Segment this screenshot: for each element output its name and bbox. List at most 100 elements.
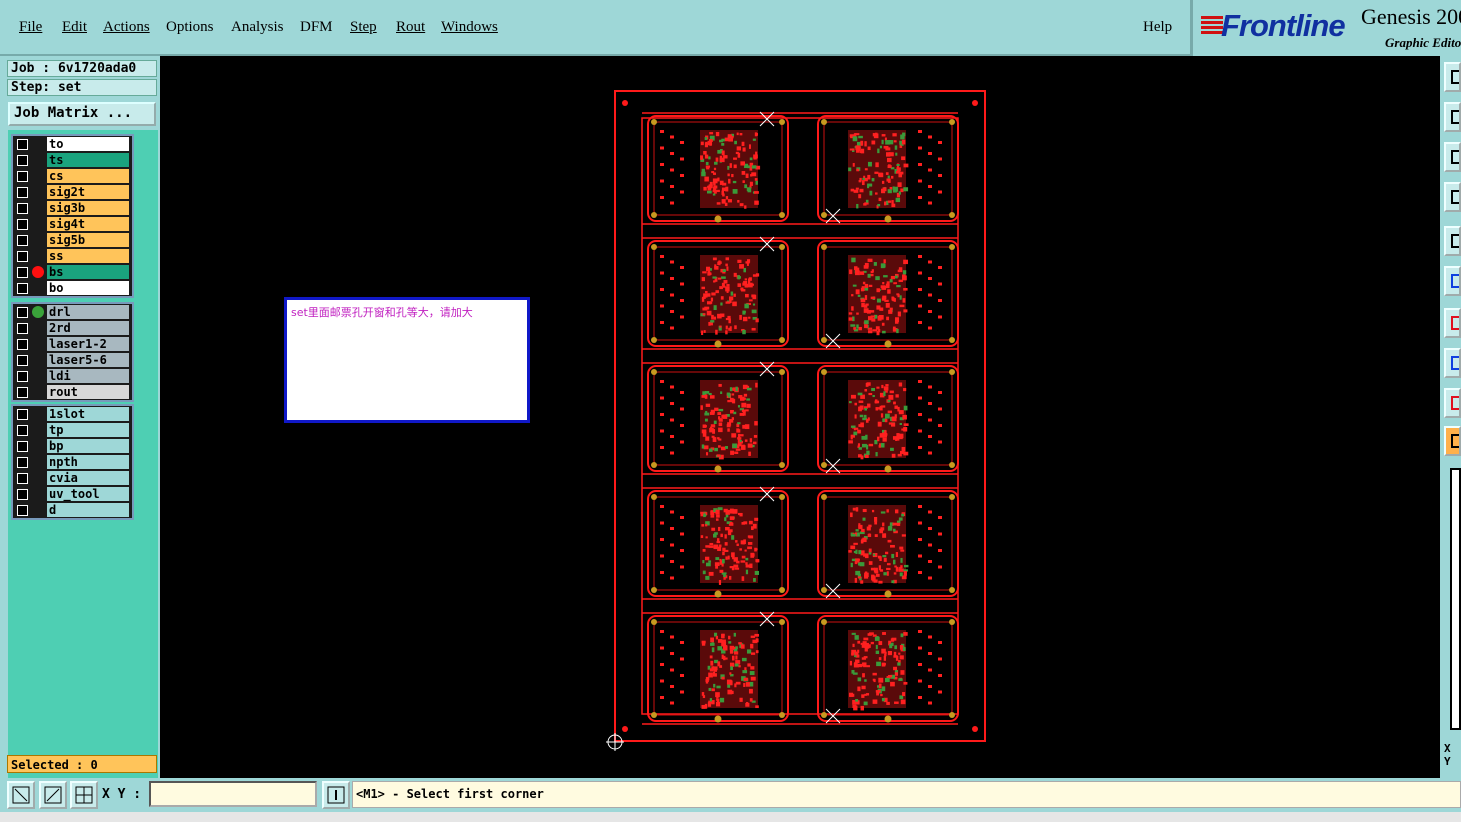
pad [737,443,741,447]
overview-map[interactable] [1450,468,1461,730]
layer-checkbox[interactable] [17,307,28,318]
layer-checkbox[interactable] [17,441,28,452]
layer-name[interactable]: sig2t [47,185,129,199]
layer-row-2rd[interactable]: 2rd [13,320,132,336]
angle-button[interactable] [1444,388,1461,418]
layer-row-laser5-6[interactable]: laser5-6 [13,352,132,368]
layer-row-tp[interactable]: tp [13,422,132,438]
layer-name[interactable]: npth [47,455,129,469]
layer-name[interactable]: tp [47,423,129,437]
layer-row-ldi[interactable]: ldi [13,368,132,384]
layer-name[interactable]: cvia [47,471,129,485]
menu-file[interactable]: File [19,19,42,36]
layer-row-uv_tool[interactable]: uv_tool [13,486,132,502]
layer-row-sig5b[interactable]: sig5b [13,232,132,248]
layer-name[interactable]: ts [47,153,129,167]
layer-checkbox[interactable] [17,409,28,420]
menu-rout[interactable]: Rout [396,19,425,36]
layer-checkbox[interactable] [17,339,28,350]
layer-row-d[interactable]: d [13,502,132,518]
layer-name[interactable]: 2rd [47,321,129,335]
menu-options[interactable]: Options [166,19,214,36]
layer-checkbox[interactable] [17,355,28,366]
layer-name[interactable]: to [47,137,129,151]
menu-actions[interactable]: Actions [103,19,150,36]
layer-checkbox[interactable] [17,387,28,398]
play-button[interactable] [1444,426,1461,456]
menu-step[interactable]: Step [350,19,377,36]
layer-row-sig2t[interactable]: sig2t [13,184,132,200]
layer-checkbox[interactable] [17,505,28,516]
layer-name[interactable]: bp [47,439,129,453]
pad [705,161,709,166]
layer-name[interactable]: ldi [47,369,129,383]
pad [862,517,866,521]
menu-edit[interactable]: Edit [62,19,87,36]
layer-name[interactable]: uv_tool [47,487,129,501]
layer-row-laser1-2[interactable]: laser1-2 [13,336,132,352]
layer-checkbox[interactable] [17,371,28,382]
menu-help[interactable]: Help [1143,19,1172,36]
layer-name[interactable]: 1slot [47,407,129,421]
layer-name[interactable]: bs [47,265,129,279]
layer-checkbox[interactable] [17,425,28,436]
menu-analysis[interactable]: Analysis [231,19,284,36]
layer-checkbox[interactable] [17,473,28,484]
zoom-area-button[interactable] [7,781,35,809]
layer-checkbox[interactable] [17,283,28,294]
window-button[interactable] [1444,226,1461,256]
layer-name[interactable]: sig3b [47,201,129,215]
highlight-button[interactable] [1444,348,1461,378]
layer-row-cs[interactable]: cs [13,168,132,184]
layer-row-bp[interactable]: bp [13,438,132,454]
zoom-out-button[interactable] [1444,142,1461,172]
layer-name[interactable]: ss [47,249,129,263]
layer-name[interactable]: sig4t [47,217,129,231]
layer-row-ss[interactable]: ss [13,248,132,264]
layer-row-ts[interactable]: ts [13,152,132,168]
layer-checkbox[interactable] [17,171,28,182]
layer-row-sig4t[interactable]: sig4t [13,216,132,232]
grid-button[interactable] [70,781,98,809]
layer-checkbox[interactable] [17,267,28,278]
layer-name[interactable]: laser5-6 [47,353,129,367]
info-button[interactable] [322,781,350,809]
diagonal-button[interactable] [39,781,67,809]
layer-checkbox[interactable] [17,203,28,214]
measure-button[interactable] [1444,308,1461,338]
layer-checkbox[interactable] [17,489,28,500]
note-popup[interactable]: set里面邮票孔开窗和孔等大，请加大 [284,297,530,423]
layer-checkbox[interactable] [17,323,28,334]
layer-checkbox[interactable] [17,139,28,150]
layer-row-to[interactable]: to [13,136,132,152]
layer-name[interactable]: rout [47,385,129,399]
layer-row-rout[interactable]: rout [13,384,132,400]
layer-checkbox[interactable] [17,155,28,166]
layer-name[interactable]: cs [47,169,129,183]
menu-windows[interactable]: Windows [441,19,498,36]
layer-row-bs[interactable]: bs [13,264,132,280]
layer-name[interactable]: drl [47,305,129,319]
layer-name[interactable]: bo [47,281,129,295]
layer-row-1slot[interactable]: 1slot [13,406,132,422]
snap-button[interactable] [1444,266,1461,296]
layer-row-npth[interactable]: npth [13,454,132,470]
layer-checkbox[interactable] [17,187,28,198]
layer-checkbox[interactable] [17,219,28,230]
layer-name[interactable]: d [47,503,129,517]
layer-row-sig3b[interactable]: sig3b [13,200,132,216]
job-matrix-button[interactable]: Job Matrix ... [8,102,156,126]
layer-checkbox[interactable] [17,235,28,246]
xy-input[interactable] [149,781,317,807]
layer-checkbox[interactable] [17,251,28,262]
layer-checkbox[interactable] [17,457,28,468]
layer-name[interactable]: sig5b [47,233,129,247]
layer-row-cvia[interactable]: cvia [13,470,132,486]
pan-button[interactable] [1444,182,1461,212]
layer-name[interactable]: laser1-2 [47,337,129,351]
zoom-home-button[interactable] [1444,62,1461,92]
layer-row-bo[interactable]: bo [13,280,132,296]
layer-row-drl[interactable]: drl [13,304,132,320]
menu-dfm[interactable]: DFM [300,19,333,36]
zoom-in-button[interactable] [1444,102,1461,132]
